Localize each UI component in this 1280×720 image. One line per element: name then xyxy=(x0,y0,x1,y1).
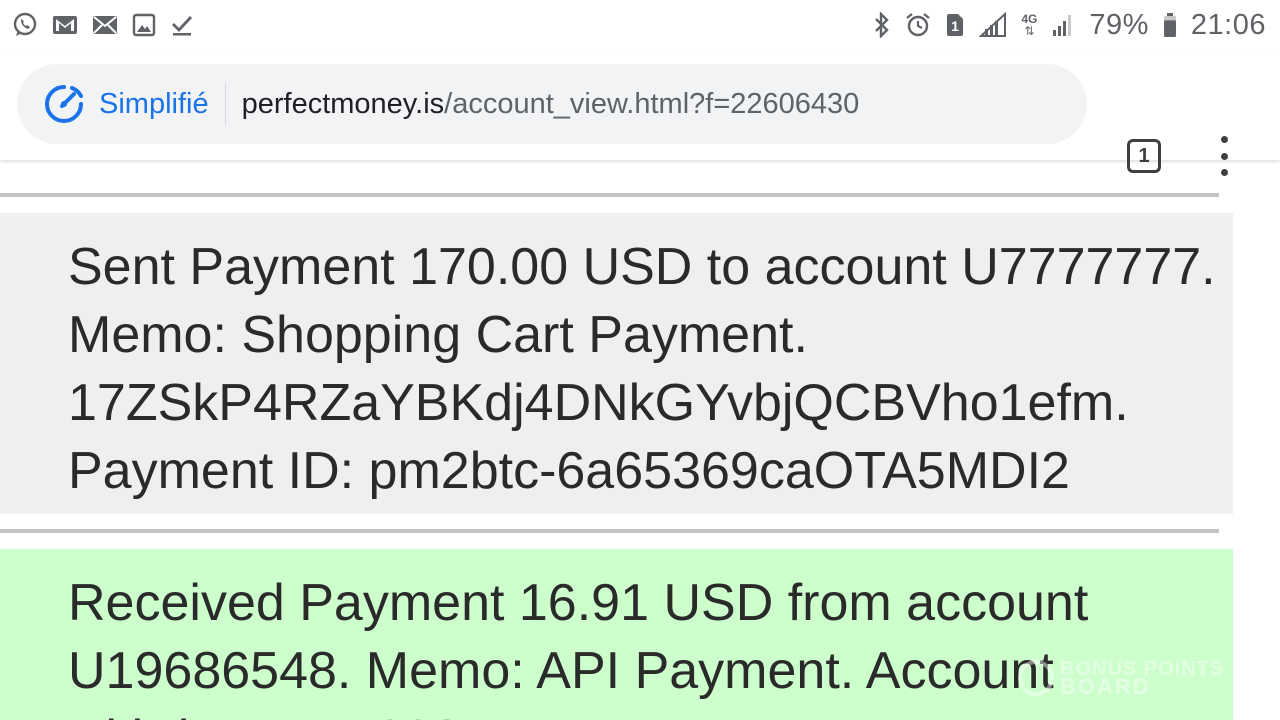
history-entry-received: Received Payment 16.91 USD from account … xyxy=(0,549,1233,720)
clock: 21:06 xyxy=(1190,8,1266,41)
check-icon xyxy=(170,13,194,37)
lite-mode-icon[interactable] xyxy=(43,83,85,125)
divider xyxy=(0,193,1219,197)
gmail-icon xyxy=(52,14,78,36)
sim-label: 1 xyxy=(951,18,959,34)
url-path: /account_view.html?f=22606430 xyxy=(444,87,860,120)
history-entry-sent: Sent Payment 170.00 USD to account U7777… xyxy=(0,213,1233,514)
omnibox-divider xyxy=(224,83,226,125)
sim-1-icon: 1 xyxy=(945,12,965,38)
battery-icon xyxy=(1163,12,1177,38)
signal-icon xyxy=(1051,12,1075,38)
battery-percentage: 79% xyxy=(1089,8,1149,41)
whatsapp-icon xyxy=(12,12,38,38)
bluetooth-icon xyxy=(873,12,891,38)
status-bar: 1 4G ⇅ 79% 21:06 xyxy=(0,0,1280,50)
system-indicators: 1 4G ⇅ 79% 21:06 xyxy=(873,9,1266,42)
lite-mode-label[interactable]: Simplifié xyxy=(99,88,209,121)
mail-icon xyxy=(92,14,118,36)
url-domain: perfectmoney.is xyxy=(241,87,445,120)
url-text[interactable]: perfectmoney.is/account_view.html?f=2260… xyxy=(242,88,860,121)
signal-icon xyxy=(979,12,1007,38)
browser-toolbar: Simplifié perfectmoney.is/account_view.h… xyxy=(0,50,1280,176)
network-4g-icon: 4G ⇅ xyxy=(1021,12,1038,38)
alarm-icon xyxy=(905,12,931,38)
omnibox[interactable]: Simplifié perfectmoney.is/account_view.h… xyxy=(17,64,1087,144)
notification-icons xyxy=(12,12,194,38)
page-content: Sent Payment 170.00 USD to account U7777… xyxy=(0,160,1280,720)
image-icon xyxy=(132,13,156,37)
divider xyxy=(0,529,1219,533)
